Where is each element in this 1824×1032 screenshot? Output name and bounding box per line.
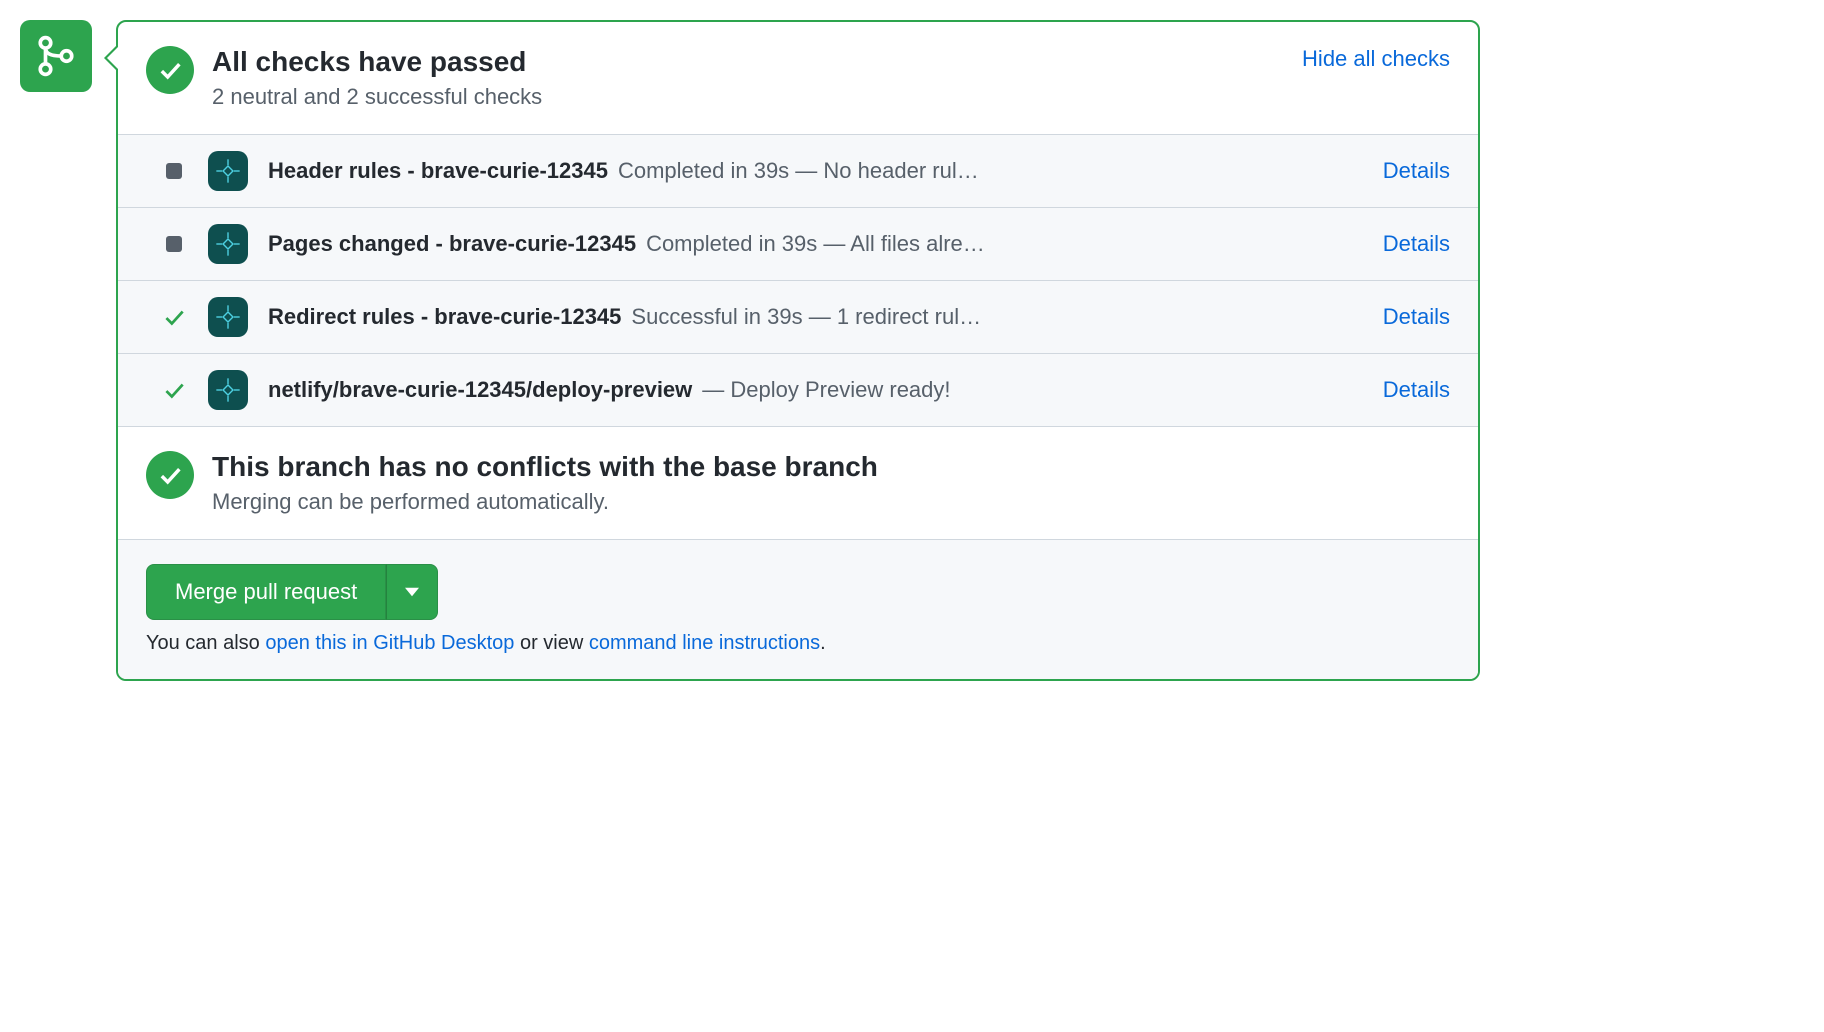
details-link[interactable]: Details (1383, 158, 1450, 184)
check-status-neutral (160, 163, 188, 179)
netlify-app-icon (208, 297, 248, 337)
merge-badge (20, 20, 92, 92)
conflicts-section: This branch has no conflicts with the ba… (118, 427, 1478, 540)
hint-prefix: You can also (146, 632, 265, 654)
check-status-success (160, 304, 188, 330)
check-name: Header rules - brave-curie-12345 (268, 158, 608, 184)
check-row: Header rules - brave-curie-12345 Complet… (118, 135, 1478, 208)
merge-status-panel: All checks have passed 2 neutral and 2 s… (116, 20, 1480, 681)
success-circle-icon (146, 451, 194, 499)
check-description: Completed in 39s — No header rul… (618, 158, 979, 184)
check-name: Pages changed - brave-curie-12345 (268, 231, 636, 257)
check-status-neutral (160, 236, 188, 252)
conflicts-subtitle: Merging can be performed automatically. (212, 489, 1450, 515)
merge-options-dropdown[interactable] (386, 564, 438, 620)
netlify-app-icon (208, 151, 248, 191)
check-description: Successful in 39s — 1 redirect rul… (631, 304, 981, 330)
neutral-icon (166, 236, 182, 252)
check-icon (156, 461, 184, 489)
checks-title: All checks have passed (212, 46, 1284, 78)
check-name: Redirect rules - brave-curie-12345 (268, 304, 621, 330)
netlify-app-icon (208, 224, 248, 264)
git-merge-icon (35, 35, 77, 77)
details-link[interactable]: Details (1383, 231, 1450, 257)
check-name: netlify/brave-curie-12345/deploy-preview (268, 377, 692, 403)
success-circle-icon (146, 46, 194, 94)
open-github-desktop-link[interactable]: open this in GitHub Desktop (265, 632, 514, 654)
neutral-icon (166, 163, 182, 179)
check-icon (156, 56, 184, 84)
merge-hint-text: You can also open this in GitHub Desktop… (146, 632, 1450, 655)
checks-summary-section: All checks have passed 2 neutral and 2 s… (118, 22, 1478, 135)
checks-list: Header rules - brave-curie-12345 Complet… (118, 135, 1478, 427)
check-icon (161, 377, 187, 403)
check-status-success (160, 377, 188, 403)
hint-middle: or view (514, 632, 588, 654)
check-row: netlify/brave-curie-12345/deploy-preview… (118, 354, 1478, 427)
check-description: Completed in 39s — All files alre… (646, 231, 985, 257)
check-row: Pages changed - brave-curie-12345 Comple… (118, 208, 1478, 281)
conflicts-title: This branch has no conflicts with the ba… (212, 451, 1450, 483)
details-link[interactable]: Details (1383, 304, 1450, 330)
merge-pull-request-button[interactable]: Merge pull request (146, 564, 386, 620)
check-icon (161, 304, 187, 330)
command-line-instructions-link[interactable]: command line instructions (589, 632, 820, 654)
details-link[interactable]: Details (1383, 377, 1450, 403)
hint-suffix: . (820, 632, 826, 654)
netlify-app-icon (208, 370, 248, 410)
check-row: Redirect rules - brave-curie-12345 Succe… (118, 281, 1478, 354)
hide-all-checks-link[interactable]: Hide all checks (1302, 46, 1450, 72)
caret-down-icon (405, 585, 419, 599)
checks-subtitle: 2 neutral and 2 successful checks (212, 84, 1284, 110)
check-description: — Deploy Preview ready! (702, 377, 950, 403)
merge-action-section: Merge pull request You can also open thi… (118, 540, 1478, 679)
